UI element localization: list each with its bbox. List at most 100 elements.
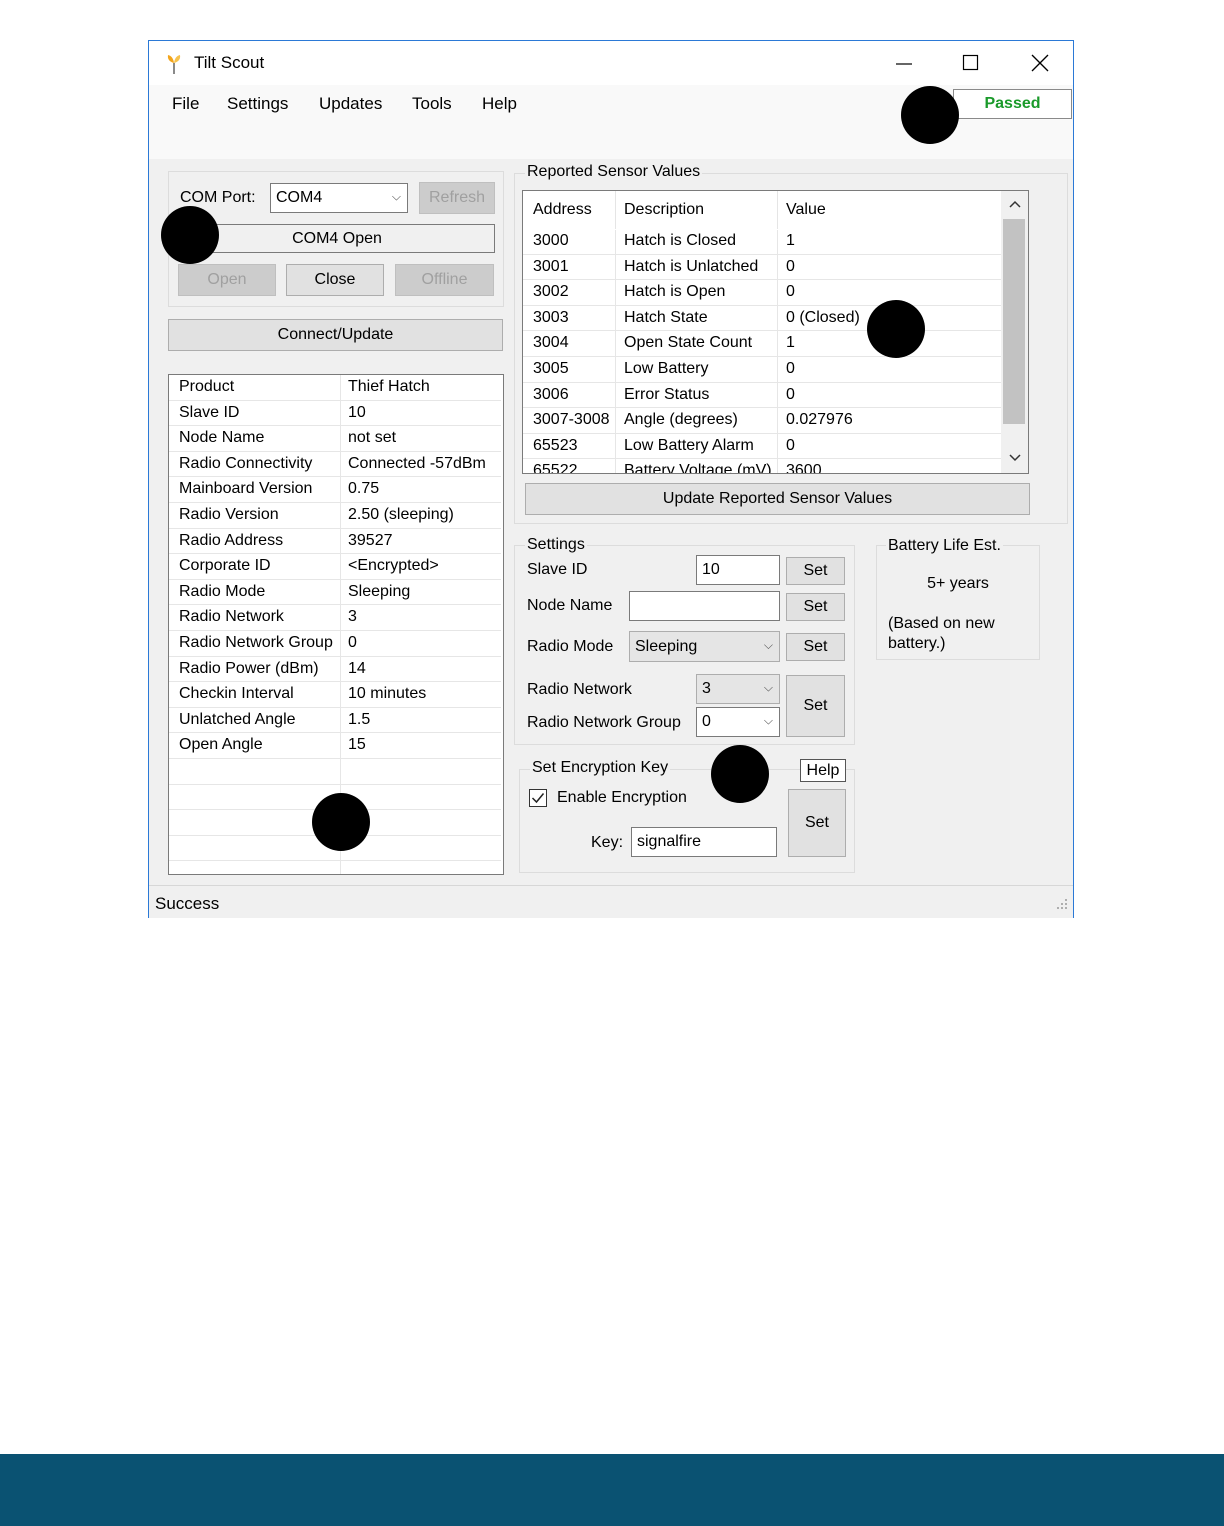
table-row[interactable]: 3007-3008 Angle (degrees) 0.027976 (523, 408, 1001, 434)
encryption-key-input[interactable]: signalfire (631, 827, 777, 857)
cell-divider (777, 331, 778, 356)
chevron-down-icon: ⌵ (763, 637, 773, 652)
scroll-down-icon[interactable] (1009, 453, 1021, 463)
table-row[interactable]: Radio Version 2.50 (sleeping) (169, 503, 501, 529)
sensor-value: 0 (786, 360, 795, 377)
cell-divider (615, 331, 616, 356)
menu-file[interactable]: File (172, 94, 199, 114)
maximize-icon[interactable] (962, 54, 980, 72)
encryption-help-button[interactable]: Help (800, 759, 846, 782)
sensor-value: 1 (786, 232, 795, 249)
table-row[interactable]: Open Angle 15 (169, 733, 501, 759)
column-header-description[interactable]: Description (624, 201, 704, 219)
property-name: Radio Mode (179, 582, 266, 600)
enable-encryption-label[interactable]: Enable Encryption (557, 789, 687, 807)
set-node-name-button[interactable]: Set (786, 593, 845, 621)
cell-divider (777, 305, 778, 331)
menu-help[interactable]: Help (482, 94, 517, 114)
offline-button[interactable]: Offline (395, 264, 494, 296)
sensor-value: 0 (786, 283, 795, 301)
refresh-button[interactable]: Refresh (419, 182, 495, 214)
cell-divider (615, 280, 616, 305)
title-bar[interactable]: Tilt Scout (149, 41, 1073, 85)
table-row[interactable]: Slave ID 10 (169, 401, 501, 427)
scroll-up-icon[interactable] (1009, 199, 1021, 209)
table-row[interactable]: 3003 Hatch State 0 (Closed) (523, 305, 1001, 332)
slave-id-input[interactable]: 10 (696, 555, 780, 585)
scrollbar[interactable] (1001, 191, 1028, 473)
enable-encryption-checkbox[interactable] (529, 789, 547, 807)
open-button[interactable]: Open (178, 264, 276, 296)
minimize-icon[interactable] (895, 55, 913, 73)
settings-group-label: Settings (525, 536, 587, 554)
table-row[interactable]: Radio Mode Sleeping (169, 580, 501, 606)
property-value: Sleeping (348, 582, 411, 600)
sensor-list-header: Address Description Value (523, 191, 1001, 230)
cell-divider (777, 382, 778, 408)
key-label: Key: (591, 834, 624, 851)
table-row[interactable]: 65522 Battery Voltage (mV) 3600 (523, 459, 1001, 474)
connect-update-button[interactable]: Connect/Update (168, 319, 503, 351)
cell-divider (777, 229, 778, 254)
table-row[interactable]: 3006 Error Status 0 (523, 382, 1001, 409)
table-row[interactable]: Mainboard Version 0.75 (169, 477, 501, 503)
cell-divider (615, 305, 616, 331)
sensor-values-list[interactable]: 65522 Battery Voltage (mV) 3600 65523 Low Ba… (522, 190, 1029, 474)
set-encryption-button[interactable]: Set (788, 789, 846, 857)
property-value: 0 (348, 634, 357, 651)
table-row[interactable]: Unlatched Angle 1.5 (169, 708, 501, 734)
annotation-marker (711, 745, 769, 803)
close-window-icon[interactable] (1031, 54, 1049, 72)
cell-divider (615, 229, 616, 254)
node-name-input[interactable] (629, 591, 780, 621)
table-row[interactable]: Node Name not set (169, 426, 501, 452)
property-name: Checkin Interval (179, 685, 294, 703)
set-radio-network-button[interactable]: Set (786, 675, 845, 737)
property-value: 14 (348, 659, 366, 677)
property-value: 10 minutes (348, 685, 427, 703)
sensor-address: 3001 (533, 257, 569, 275)
table-row[interactable]: Radio Network Group 0 (169, 631, 501, 657)
menu-settings[interactable]: Settings (227, 94, 288, 114)
radio-network-group-label: Radio Network Group (527, 714, 681, 731)
scrollbar-thumb[interactable] (1003, 219, 1025, 424)
table-row[interactable]: Radio Power (dBm) 14 (169, 657, 501, 683)
battery-group-label: Battery Life Est. (886, 537, 1003, 555)
set-slave-id-button[interactable]: Set (786, 557, 845, 585)
table-row[interactable]: 3000 Hatch is Closed 1 (523, 229, 1001, 255)
update-sensor-values-button[interactable]: Update Reported Sensor Values (525, 483, 1030, 515)
table-row[interactable]: 3004 Open State Count 1 (523, 331, 1001, 357)
table-row[interactable]: Checkin Interval 10 minutes (169, 682, 501, 708)
column-header-value[interactable]: Value (786, 201, 826, 219)
sensor-value: 3600 (786, 462, 822, 474)
radio-network-select[interactable]: 3 ⌵ (696, 674, 780, 704)
table-row[interactable]: Radio Connectivity Connected -57dBm (169, 452, 501, 478)
radio-mode-select[interactable]: Sleeping ⌵ (629, 631, 780, 662)
radio-network-group-select[interactable]: 0 ⌵ (696, 707, 780, 737)
table-row[interactable]: Corporate ID <Encrypted> (169, 554, 501, 580)
com-port-select[interactable]: COM4 ⌵ (270, 183, 408, 213)
table-row[interactable]: 3005 Low Battery 0 (523, 357, 1001, 383)
resize-grip-icon[interactable] (1054, 898, 1068, 912)
cell-divider (615, 459, 616, 473)
table-row[interactable]: 65523 Low Battery Alarm 0 (523, 433, 1001, 460)
column-header-address[interactable]: Address (533, 201, 592, 219)
sensor-value: 0.027976 (786, 411, 853, 429)
table-row[interactable]: 3002 Hatch is Open 0 (523, 280, 1001, 306)
property-value: 2.50 (sleeping) (348, 506, 454, 523)
encryption-group-label: Set Encryption Key (530, 759, 671, 777)
close-button[interactable]: Close (286, 264, 384, 296)
table-row[interactable]: 3001 Hatch is Unlatched 0 (523, 254, 1001, 281)
property-value: 0.75 (348, 480, 380, 498)
com-status-button[interactable]: COM4 Open (179, 224, 495, 253)
table-row[interactable]: Radio Address 39527 (169, 529, 501, 555)
sensor-description: Hatch is Open (624, 283, 726, 301)
table-row[interactable]: Product Thief Hatch (169, 375, 501, 401)
table-row[interactable]: Radio Network 3 (169, 605, 501, 631)
table-row[interactable] (169, 759, 501, 785)
battery-estimate: 5+ years (927, 575, 989, 592)
set-radio-mode-button[interactable]: Set (786, 633, 845, 661)
sensor-description: Open State Count (624, 334, 753, 352)
menu-updates[interactable]: Updates (319, 94, 382, 114)
menu-tools[interactable]: Tools (412, 94, 452, 114)
